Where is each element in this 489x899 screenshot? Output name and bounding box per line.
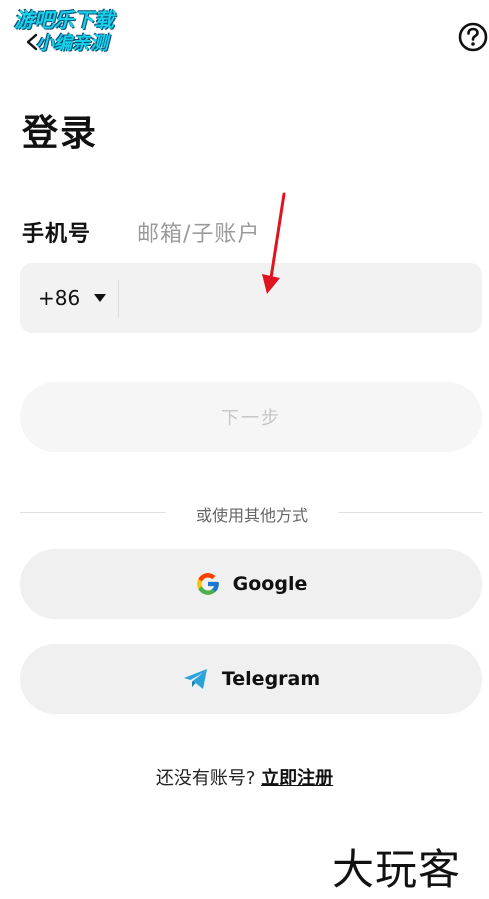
back-button[interactable] <box>12 22 48 58</box>
telegram-login-button[interactable]: Telegram <box>20 644 482 714</box>
field-divider <box>118 280 119 318</box>
caret-down-icon <box>94 294 107 302</box>
google-logo-icon <box>196 573 219 595</box>
other-methods-label: 或使用其他方式 <box>195 506 308 525</box>
signup-link[interactable]: 立即注册 <box>261 768 333 789</box>
next-step-button[interactable]: 下一步 <box>20 382 482 452</box>
page-title: 登录 <box>22 113 99 154</box>
signup-row: 还没有账号? 立即注册 <box>0 764 489 790</box>
tab-email[interactable]: 邮箱/子账户 <box>137 216 260 248</box>
signup-prompt: 还没有账号? <box>155 768 256 789</box>
telegram-plane-icon <box>183 669 207 689</box>
telegram-login-label: Telegram <box>221 668 321 690</box>
divider-line-left <box>20 512 166 513</box>
question-circle-icon <box>458 22 488 52</box>
help-button[interactable] <box>454 18 489 56</box>
tab-phone[interactable]: 手机号 <box>22 216 91 248</box>
country-code-label: +86 <box>38 286 81 310</box>
divider-line-right <box>338 512 482 513</box>
watermark-bottom: 大玩客 <box>332 845 462 894</box>
chevron-left-icon <box>26 33 38 51</box>
country-code-selector[interactable]: +86 <box>38 286 107 310</box>
google-login-button[interactable]: Google <box>20 549 482 619</box>
phone-input[interactable] <box>130 272 474 326</box>
google-login-label: Google <box>232 573 308 595</box>
